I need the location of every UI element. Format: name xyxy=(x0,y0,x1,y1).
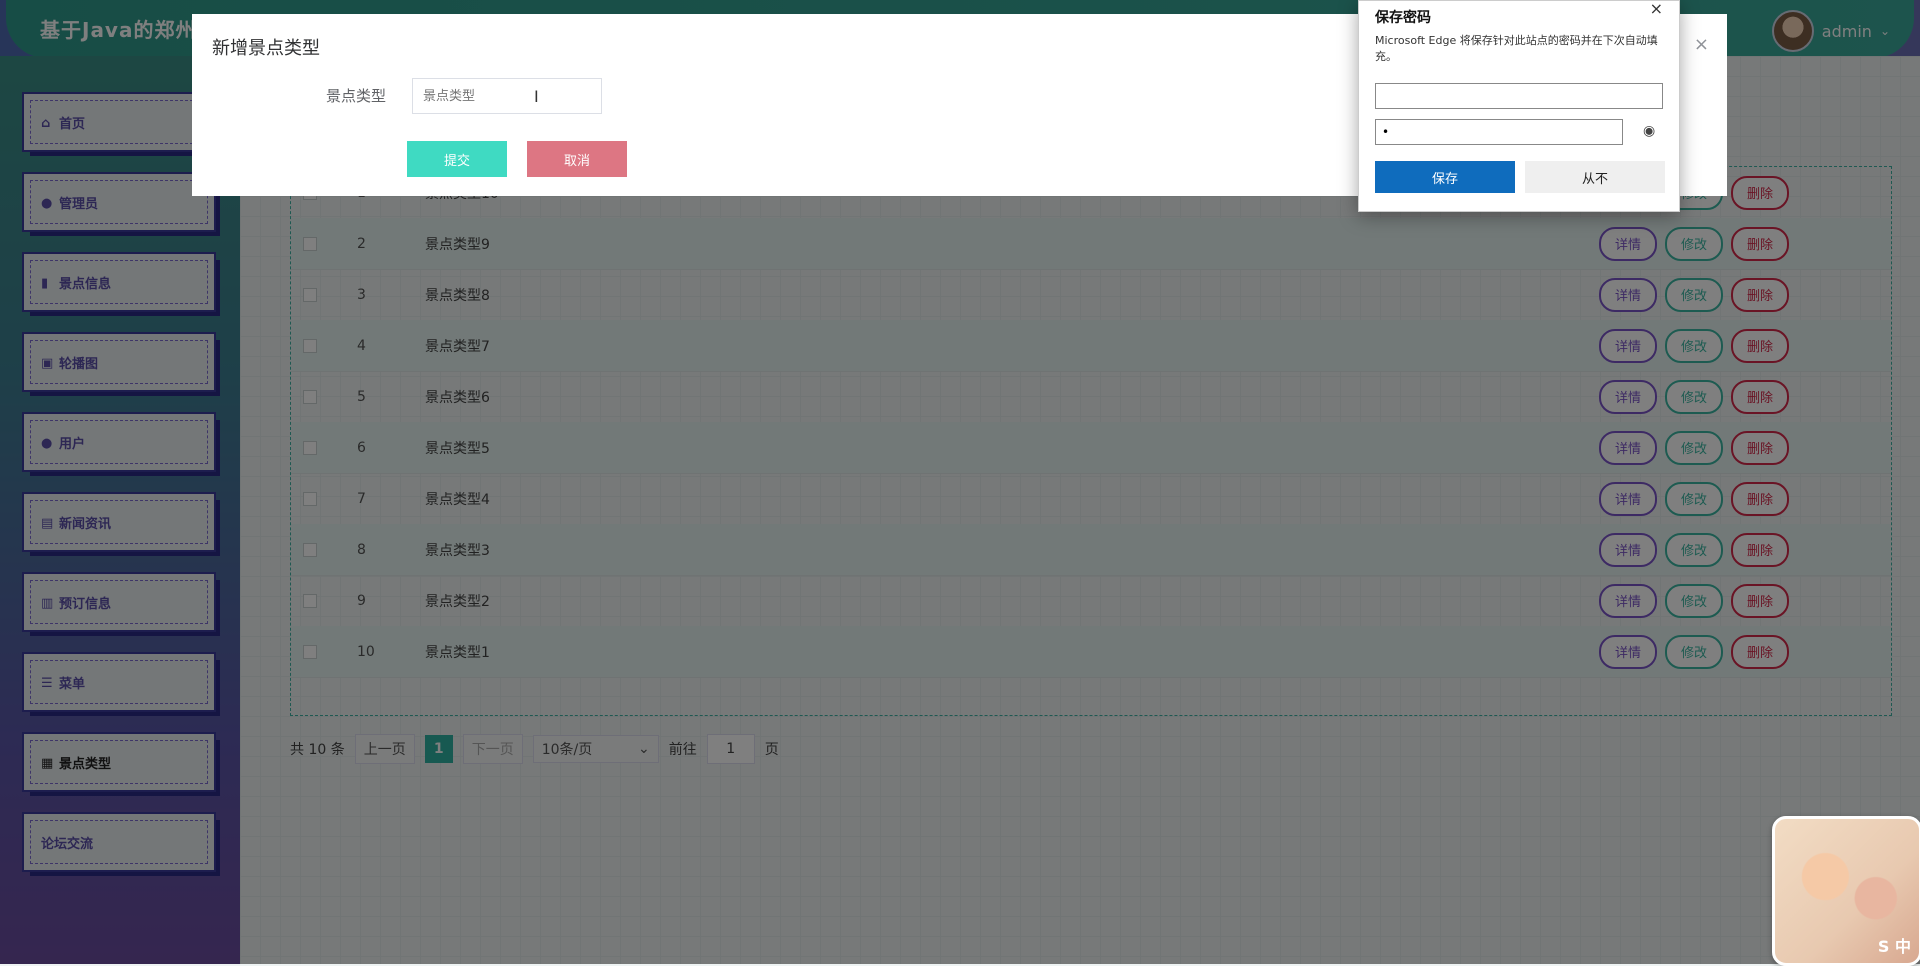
close-icon[interactable]: × xyxy=(1650,0,1663,18)
field-label: 景点类型 xyxy=(326,87,387,105)
attraction-type-input[interactable] xyxy=(412,78,602,114)
widget-label: S 中 xyxy=(1877,937,1911,956)
floating-ime-widget[interactable]: S 中 xyxy=(1772,816,1920,966)
edge-save-password-popup: 保存密码 × Microsoft Edge 将保存针对此站点的密码并在下次自动填… xyxy=(1358,0,1680,212)
popup-title: 保存密码 xyxy=(1375,10,1431,26)
close-icon[interactable]: × xyxy=(1694,34,1709,55)
save-password-button[interactable]: 保存 xyxy=(1375,161,1515,193)
app-root: 基于Java的郑州 admin ⌄ ⌂首页 ●管理员 ▮景点信息 ▣轮播图 ●用… xyxy=(0,0,1920,966)
username-field[interactable] xyxy=(1375,83,1663,109)
submit-button[interactable]: 提交 xyxy=(407,141,507,177)
popup-description: Microsoft Edge 将保存针对此站点的密码并在下次自动填充。 xyxy=(1375,34,1658,63)
password-field[interactable]: • xyxy=(1375,119,1623,145)
dialog-title: 新增景点类型 xyxy=(212,38,320,59)
never-button[interactable]: 从不 xyxy=(1525,161,1665,193)
text-cursor-icon: I xyxy=(534,87,539,106)
eye-icon[interactable]: ◉ xyxy=(1643,123,1655,139)
cancel-button[interactable]: 取消 xyxy=(527,141,627,177)
